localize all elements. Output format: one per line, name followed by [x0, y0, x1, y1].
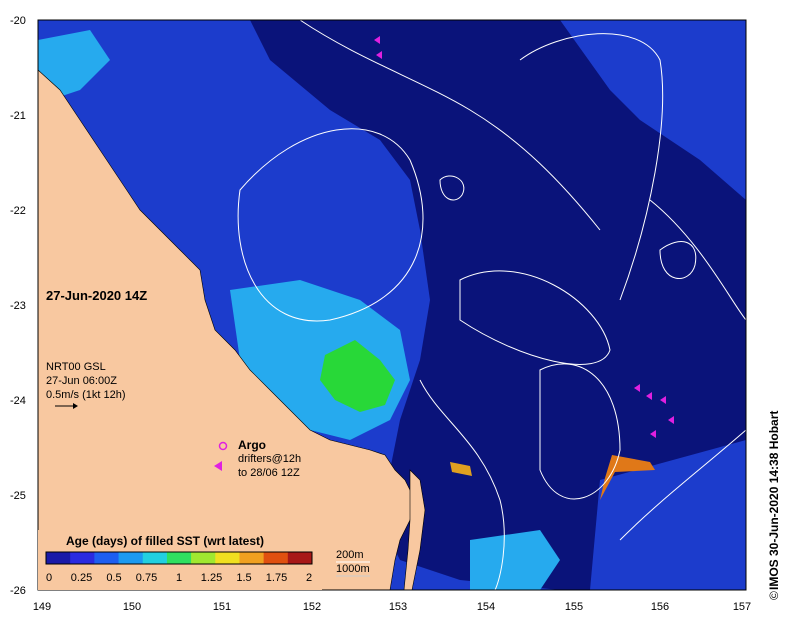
colorbar-tick: 0 [46, 572, 52, 584]
colorbar-cell [166, 552, 192, 564]
colorbar-tick: 0.25 [71, 572, 92, 584]
colorbar-title: Age (days) of filled SST (wrt latest) [66, 534, 264, 548]
lon-axis: 149 150 151 152 153 154 155 156 157 [33, 601, 751, 613]
nrt-line-3: 0.5m/s (1kt 12h) [46, 389, 125, 401]
colorbar-cell [70, 552, 95, 564]
credit-label: IMOS 30-Jun-2020 14:38 Hobart [767, 411, 781, 590]
lon-tick: 152 [303, 601, 321, 613]
colorbar-cell [142, 552, 168, 564]
lon-tick: 154 [477, 601, 495, 613]
colorbar-cell [263, 552, 289, 564]
isobath-1000m: 1000m [336, 563, 370, 575]
colorbar-tick: 1.25 [201, 572, 222, 584]
colorbar [45, 551, 313, 565]
colorbar-ticks: 0 0.25 0.5 0.75 1 1.25 1.5 1.75 2 [46, 572, 312, 584]
lat-tick: -26 [10, 585, 26, 597]
drifters-line-2: to 28/06 12Z [238, 467, 300, 479]
lon-tick: 150 [123, 601, 141, 613]
colorbar-cell [94, 552, 120, 564]
lon-tick: 155 [565, 601, 583, 613]
nrt-line-1: NRT00 GSL [46, 361, 106, 373]
lon-tick: 156 [651, 601, 669, 613]
colorbar-tick: 0.75 [136, 572, 157, 584]
lon-tick: 149 [33, 601, 51, 613]
isobath-200m: 200m [336, 549, 364, 561]
colorbar-cell [239, 552, 265, 564]
lat-axis: -20 -21 -22 -23 -24 -25 -26 [10, 15, 26, 597]
lon-tick: 157 [733, 601, 751, 613]
colorbar-cell [287, 552, 313, 564]
lat-tick: -25 [10, 490, 26, 502]
lon-tick: 151 [213, 601, 231, 613]
lat-tick: -20 [10, 15, 26, 27]
colorbar-tick: 1.5 [236, 572, 251, 584]
colorbar-tick: 0.5 [106, 572, 121, 584]
colorbar-cell [191, 552, 216, 564]
drifters-line-1: drifters@12h [238, 453, 301, 465]
colorbar-cell [215, 552, 240, 564]
copyright-icon: © [767, 591, 781, 600]
lat-tick: -23 [10, 300, 26, 312]
colorbar-cell [46, 552, 71, 564]
colorbar-tick: 2 [306, 572, 312, 584]
date-label: 27-Jun-2020 14Z [46, 288, 147, 303]
lon-tick: 153 [389, 601, 407, 613]
argo-label: Argo [238, 438, 266, 452]
lat-tick: -24 [10, 395, 26, 407]
colorbar-cell [118, 552, 144, 564]
lat-tick: -21 [10, 110, 26, 122]
nrt-line-2: 27-Jun 06:00Z [46, 375, 117, 387]
lat-tick: -22 [10, 205, 26, 217]
colorbar-tick: 1.75 [266, 572, 287, 584]
sst-map: -20 -21 -22 -23 -24 -25 -26 149 150 151 … [10, 15, 781, 613]
colorbar-tick: 1 [176, 572, 182, 584]
